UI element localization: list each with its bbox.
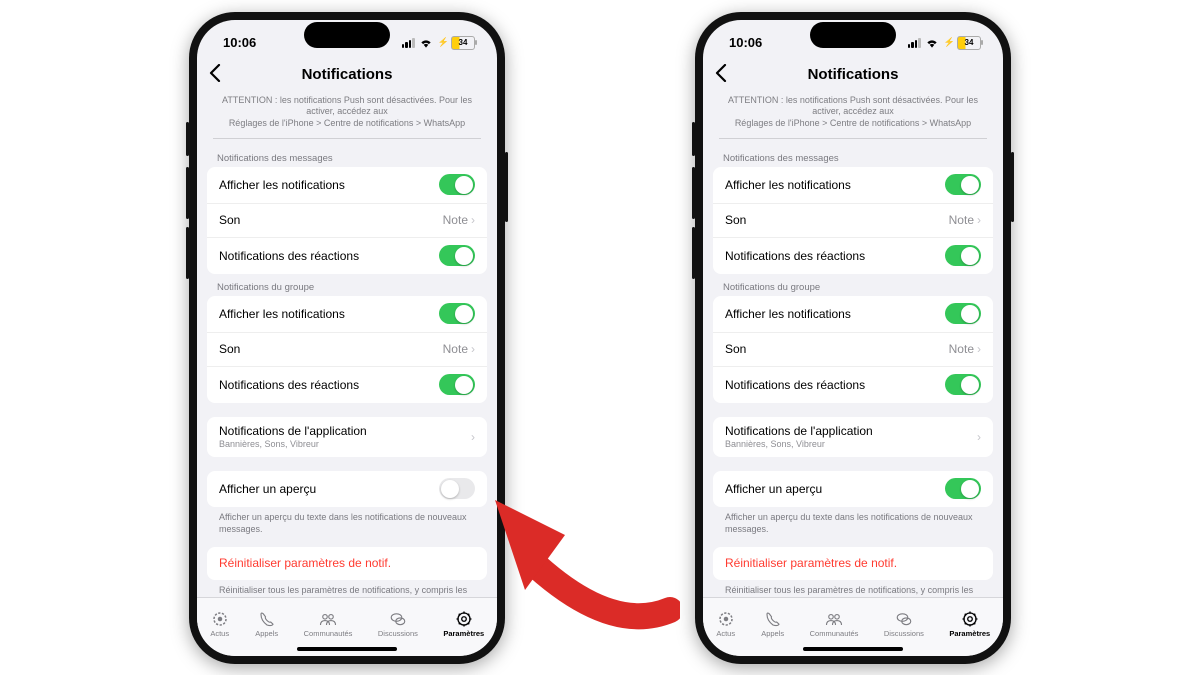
cellular-icon [402, 38, 415, 48]
toggle-group-show[interactable] [439, 303, 475, 324]
chevron-right-icon: › [977, 342, 981, 356]
battery-icon: ⚡ 34 [437, 36, 475, 50]
preview-footer: Afficher un aperçu du texte dans les not… [207, 507, 487, 535]
people-icon [318, 610, 338, 628]
row-group-show[interactable]: Afficher les notifications [207, 296, 487, 332]
people-icon [824, 610, 844, 628]
page-title: Notifications [302, 66, 393, 83]
row-reset[interactable]: Réinitialiser paramètres de notif. [713, 547, 993, 580]
row-group-reactions[interactable]: Notifications des réactions [207, 366, 487, 403]
tab-appels[interactable]: Appels [255, 610, 278, 638]
toggle-group-show[interactable] [945, 303, 981, 324]
tab-actus[interactable]: Actus [210, 610, 230, 638]
dynamic-island [810, 22, 896, 48]
battery-icon: ⚡ 34 [943, 36, 981, 50]
section-header-messages: Notifications des messages [207, 145, 487, 167]
chevron-right-icon: › [471, 342, 475, 356]
section-header-group: Notifications du groupe [207, 274, 487, 296]
row-reset[interactable]: Réinitialiser paramètres de notif. [207, 547, 487, 580]
toggle-group-reactions[interactable] [439, 374, 475, 395]
row-messages-sound[interactable]: Son Note› [207, 203, 487, 237]
phone-icon [763, 610, 783, 628]
status-time: 10:06 [223, 35, 256, 50]
toggle-messages-show[interactable] [945, 174, 981, 195]
section-header-group: Notifications du groupe [713, 274, 993, 296]
section-header-messages: Notifications des messages [713, 145, 993, 167]
row-messages-reactions[interactable]: Notifications des réactions [713, 237, 993, 274]
chat-bubbles-icon [388, 610, 408, 628]
back-button[interactable] [715, 64, 727, 88]
toggle-messages-show[interactable] [439, 174, 475, 195]
back-button[interactable] [209, 64, 221, 88]
dynamic-island [304, 22, 390, 48]
chevron-right-icon: › [471, 213, 475, 227]
phone-icon [257, 610, 277, 628]
row-preview[interactable]: Afficher un aperçu [713, 471, 993, 507]
row-group-sound[interactable]: Son Note› [713, 332, 993, 366]
nav-header: Notifications [703, 66, 1003, 93]
tab-discussions[interactable]: Discussions [884, 610, 924, 638]
status-ring-icon [716, 610, 736, 628]
page-title: Notifications [808, 66, 899, 83]
row-messages-show[interactable]: Afficher les notifications [207, 167, 487, 203]
reset-footer: Réinitialiser tous les paramètres de not… [713, 580, 993, 597]
tab-parametres[interactable]: Paramètres [443, 610, 484, 638]
chevron-right-icon: › [977, 430, 981, 444]
toggle-preview[interactable] [439, 478, 475, 499]
row-app-notifications[interactable]: Notifications de l'application Bannières… [207, 417, 487, 457]
push-warning: ATTENTION : les notifications Push sont … [213, 95, 481, 139]
chevron-right-icon: › [977, 213, 981, 227]
wifi-icon [419, 38, 433, 48]
phone-right: 10:06 ⚡ 34 Notifications ATT [695, 12, 1011, 664]
push-warning: ATTENTION : les notifications Push sont … [719, 95, 987, 139]
chevron-right-icon: › [471, 430, 475, 444]
tab-parametres[interactable]: Paramètres [949, 610, 990, 638]
toggle-messages-reactions[interactable] [439, 245, 475, 266]
row-group-sound[interactable]: Son Note› [207, 332, 487, 366]
tab-communautes[interactable]: Communautés [304, 610, 353, 638]
tab-appels[interactable]: Appels [761, 610, 784, 638]
chat-bubbles-icon [894, 610, 914, 628]
row-preview[interactable]: Afficher un aperçu [207, 471, 487, 507]
cellular-icon [908, 38, 921, 48]
preview-footer: Afficher un aperçu du texte dans les not… [713, 507, 993, 535]
phone-left: 10:06 ⚡ 34 Notifications ATT [189, 12, 505, 664]
status-ring-icon [210, 610, 230, 628]
status-time: 10:06 [729, 35, 762, 50]
reset-footer: Réinitialiser tous les paramètres de not… [207, 580, 487, 597]
row-messages-reactions[interactable]: Notifications des réactions [207, 237, 487, 274]
row-messages-sound[interactable]: Son Note› [713, 203, 993, 237]
tab-communautes[interactable]: Communautés [810, 610, 859, 638]
row-messages-show[interactable]: Afficher les notifications [713, 167, 993, 203]
tab-discussions[interactable]: Discussions [378, 610, 418, 638]
toggle-group-reactions[interactable] [945, 374, 981, 395]
tab-actus[interactable]: Actus [716, 610, 736, 638]
home-indicator [803, 647, 903, 651]
home-indicator [297, 647, 397, 651]
wifi-icon [925, 38, 939, 48]
gear-icon [454, 610, 474, 628]
gear-icon [960, 610, 980, 628]
row-group-show[interactable]: Afficher les notifications [713, 296, 993, 332]
toggle-messages-reactions[interactable] [945, 245, 981, 266]
row-app-notifications[interactable]: Notifications de l'application Bannières… [713, 417, 993, 457]
nav-header: Notifications [197, 66, 497, 93]
row-group-reactions[interactable]: Notifications des réactions [713, 366, 993, 403]
toggle-preview[interactable] [945, 478, 981, 499]
